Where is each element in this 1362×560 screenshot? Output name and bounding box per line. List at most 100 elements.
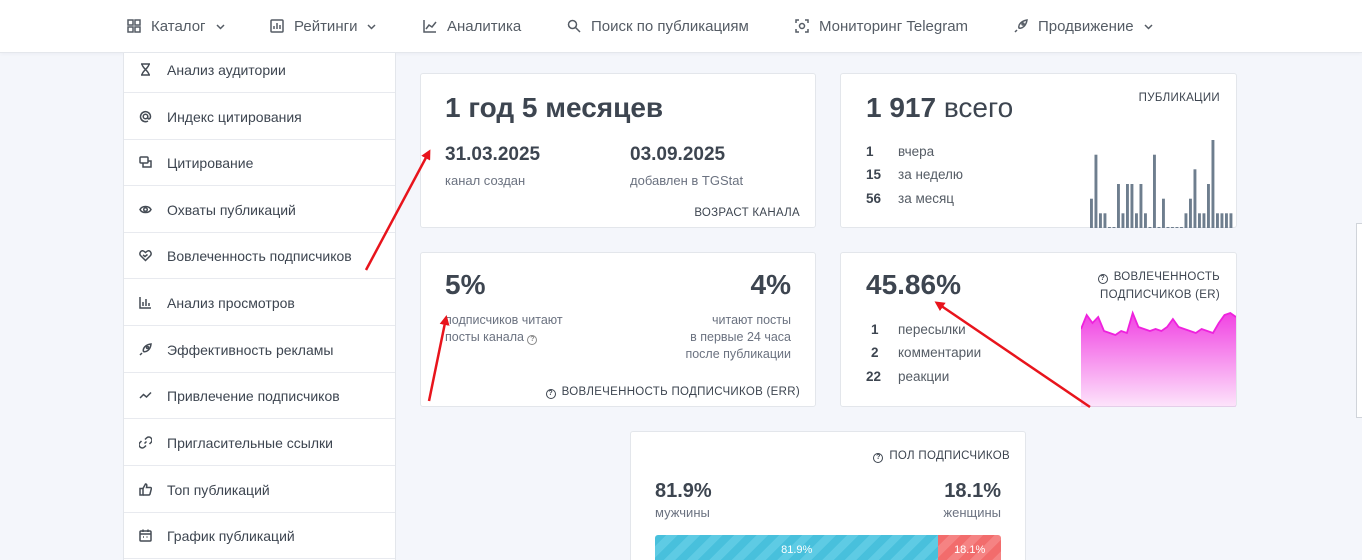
added-date: 03.09.2025 [630,144,726,165]
sidebar-item-schedule[interactable]: График публикаций [124,513,395,559]
search-icon [567,19,581,33]
stat-yesterday-value: 1 [866,144,874,159]
publication-bar [1198,213,1201,228]
male-bar-segment: 81.9% [655,535,939,560]
rocket-icon [1014,19,1028,33]
nav-ratings[interactable]: Рейтинги [270,17,377,35]
nav-label: Мониторинг Telegram [819,17,969,35]
publication-bar [1126,184,1129,228]
help-icon[interactable]: ? [1097,274,1108,284]
sidebar-item-label: Топ публикаций [167,481,270,498]
publication-bar [1103,213,1107,228]
top-navigation: Каталог Рейтинги Аналитика Поиск по публ… [0,0,1362,53]
sidebar-item-label: График публикаций [167,527,295,544]
sidebar-item-ad-efficiency[interactable]: Эффективность рекламы [124,327,395,373]
sidebar-item-label: Анализ аудитории [167,61,286,78]
publication-bar [1099,213,1102,228]
nav-label: Поиск по публикациям [591,17,749,35]
publication-bar [1166,227,1170,228]
er-card: 45.86% ? ВОВЛЕЧЕННОСТЬ ПОДПИСЧИКОВ (ER) 1… [840,252,1237,407]
chevron-down-icon [1144,23,1153,30]
err-24h-label-3: после публикации [685,347,791,361]
card-caption: ПУБЛИКАЦИИ [1138,92,1220,104]
rocket-icon [139,343,152,356]
female-bar-segment: 18.1% [938,535,1001,560]
err-card: 5% подписчиков читают посты канала ? 4% … [420,252,816,407]
err-24h-value: 4% [750,269,791,300]
sidebar-item-label: Пригласительные ссылки [167,434,333,451]
side-panel-edge [1356,223,1362,418]
err-read-value: 5% [445,269,486,300]
nav-search-posts[interactable]: Поиск по публикациям [567,17,749,35]
nav-promotion[interactable]: Продвижение [1014,17,1154,35]
publication-bar [1135,213,1138,228]
created-label: канал создан [445,173,526,188]
stat-week-label: за неделю [898,167,964,182]
bar-chart-icon [139,297,151,309]
help-icon[interactable]: ? [545,389,556,399]
publication-bar [1180,227,1183,228]
sidebar-item-top-posts[interactable]: Топ публикаций [124,467,395,513]
publication-bar [1144,213,1147,228]
nav-catalog[interactable]: Каталог [127,17,226,35]
er-area [1081,313,1236,407]
added-label: добавлен в TGStat [630,173,744,188]
sidebar-item-invite-links[interactable]: Пригласительные ссылки [124,420,395,466]
gender-progress-bar: 81.9% 18.1% [655,535,1001,560]
help-icon[interactable]: ? [527,335,538,345]
card-caption: ? ПОЛ ПОДПИСЧИКОВ [873,450,1010,463]
stat-forwards-value: 1 [871,322,879,337]
bar-chart-icon [270,19,284,33]
publication-bar [1216,213,1219,228]
er-sparkline-chart [1081,310,1236,407]
nav-label: Аналитика [447,17,522,35]
link-icon [139,436,152,449]
publications-card: 1 917 всего ПУБЛИКАЦИИ 1 вчера 15 за нед… [840,73,1237,228]
male-value: 81.9% [655,480,712,502]
chevron-down-icon [216,23,225,30]
sidebar-item-citations[interactable]: Цитирование [124,140,395,186]
stat-month-label: за месяц [898,191,955,206]
nav-telegram-monitoring[interactable]: Мониторинг Telegram [795,17,968,35]
publication-bar [1094,154,1098,228]
publication-bar [1112,227,1116,228]
sidebar-item-label: Привлечение подписчиков [167,387,340,404]
publication-bar [1184,213,1188,228]
stat-reactions-value: 22 [866,369,882,384]
publication-bar [1225,213,1228,228]
sidebar-item-citation-index[interactable]: Индекс цитирования [124,94,395,140]
nav-label: Каталог [151,17,206,35]
card-caption-2: ПОДПИСЧИКОВ (ER) [1100,289,1220,301]
sidebar: Анализ аудитории Индекс цитирования Цити… [123,53,396,560]
publication-bar [1108,227,1111,228]
nav-analytics[interactable]: Аналитика [423,17,521,35]
publication-bar [1130,184,1134,228]
help-icon[interactable]: ? [873,453,884,463]
sidebar-item-audience[interactable]: Анализ аудитории [124,47,395,93]
err-read-label-1: подписчиков читают [445,313,563,327]
sidebar-item-label: Вовлеченность подписчиков [167,247,352,264]
chevron-down-icon [367,23,376,30]
calendar-icon [139,529,152,542]
publication-bar [1139,184,1143,228]
female-label: женщины [943,505,1001,520]
sidebar-item-label: Анализ просмотров [167,294,295,311]
err-24h-label-2: в первые 24 часа [690,330,791,344]
publication-bar [1117,184,1120,228]
sidebar-item-subscriber-growth[interactable]: Привлечение подписчиков [124,373,395,419]
stat-month-value: 56 [866,191,882,206]
publication-bar [1121,213,1125,228]
err-24h-label-1: читают посты [711,313,791,327]
sidebar-item-views[interactable]: Анализ просмотров [124,280,395,326]
publication-bar [1157,227,1161,228]
publication-bar [1090,198,1093,228]
sidebar-item-engagement[interactable]: Вовлеченность подписчиков [124,233,395,279]
gender-card: ? ПОЛ ПОДПИСЧИКОВ 81.9% мужчины 18.1% жен… [630,431,1026,560]
card-caption-1: ? ВОВЛЕЧЕННОСТЬ [1097,271,1220,284]
female-value: 18.1% [944,480,1001,502]
trend-icon [139,391,152,399]
sidebar-item-reach[interactable]: Охваты публикаций [124,187,395,233]
hourglass-icon [141,63,150,76]
channel-age-value: 1 год 5 месяцев [445,92,664,123]
stat-forwards-label: пересылки [898,322,966,337]
